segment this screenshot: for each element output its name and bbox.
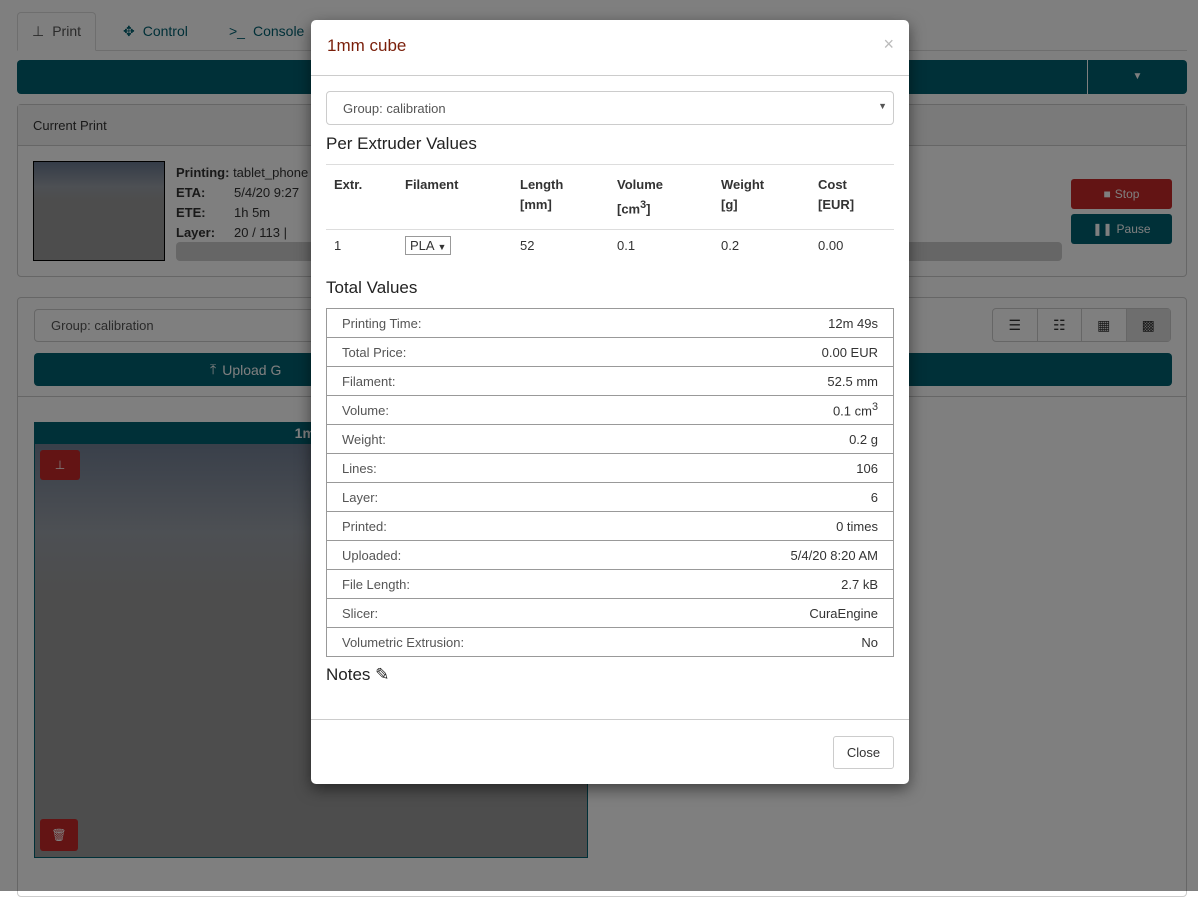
total-value: 106: [646, 453, 894, 483]
extruder-table: Extr. Filament Length [mm] Volume [cm3] We…: [326, 163, 894, 261]
edit-icon[interactable]: ✎: [375, 665, 389, 684]
total-value: 0.2 g: [646, 424, 894, 454]
table-row: Slicer: CuraEngine: [326, 598, 894, 628]
col-extr: Extr.: [326, 163, 397, 231]
table-row: Total Price: 0.00 EUR: [326, 337, 894, 367]
divider: [311, 719, 909, 720]
total-label: Layer:: [326, 482, 647, 512]
total-value: 0.1 cm3: [646, 395, 894, 425]
caret-down-icon: ▼: [437, 242, 447, 253]
total-value: 0.00 EUR: [646, 337, 894, 367]
col-volume: Volume [cm3]: [609, 163, 713, 231]
table-row: Printing Time: 12m 49s: [326, 308, 894, 338]
notes-heading: Notes ✎: [326, 665, 390, 684]
total-label: Lines:: [326, 453, 647, 483]
total-value: 52.5 mm: [646, 366, 894, 396]
group-select[interactable]: Group: calibration ▼: [326, 91, 894, 125]
col-filament: Filament: [397, 163, 512, 231]
total-label: Slicer:: [326, 598, 647, 628]
total-value: CuraEngine: [646, 598, 894, 628]
total-label: Printing Time:: [326, 308, 647, 338]
col-weight: Weight [g]: [713, 163, 810, 231]
per-extruder-heading: Per Extruder Values: [326, 134, 477, 153]
total-value: 6: [646, 482, 894, 512]
table-row: 1 PLA ▼ 52 0.1 0.2 0.00: [334, 236, 844, 256]
table-row: Weight: 0.2 g: [326, 424, 894, 454]
table-row: Uploaded: 5/4/20 8:20 AM: [326, 540, 894, 570]
total-label: Volumetric Extrusion:: [342, 634, 465, 650]
close-button[interactable]: Close: [833, 736, 894, 769]
filament-select[interactable]: PLA ▼: [405, 236, 452, 256]
divider: [311, 75, 909, 76]
total-label: Filament:: [326, 366, 647, 396]
caret-down-icon: ▼: [878, 101, 887, 111]
table-row: Layer: 6: [326, 482, 894, 512]
total-values-heading: Total Values: [326, 278, 418, 297]
modal-title: 1mm cube: [327, 36, 407, 55]
table-row: Lines: 106: [326, 453, 894, 483]
total-value: 2.7 kB: [646, 569, 894, 599]
total-label: File Length:: [326, 569, 647, 599]
total-label: Volume:: [326, 395, 647, 425]
total-label: Weight:: [326, 424, 647, 454]
total-label: Printed:: [326, 511, 647, 541]
col-length: Length [mm]: [512, 163, 609, 231]
close-icon[interactable]: ×: [883, 34, 894, 55]
table-row: Volume: 0.1 cm3: [326, 395, 894, 425]
table-row: Printed: 0 times: [326, 511, 894, 541]
total-value: 12m 49s: [646, 308, 894, 338]
table-row: Volumetric Extrusion: No: [327, 628, 894, 657]
total-value: No: [861, 634, 878, 650]
col-cost: Cost [EUR]: [810, 163, 894, 231]
table-row: Filament: 52.5 mm: [326, 366, 894, 396]
total-value: 0 times: [646, 511, 894, 541]
file-info-modal: 1mm cube × Group: calibration ▼ Per Extru…: [311, 20, 909, 784]
totals-table: Printing Time: 12m 49s Total Price: 0.00 EU…: [326, 308, 894, 657]
total-value: 5/4/20 8:20 AM: [646, 540, 894, 570]
table-row: File Length: 2.7 kB: [326, 569, 894, 599]
total-label: Uploaded:: [326, 540, 647, 570]
total-label: Total Price:: [326, 337, 647, 367]
